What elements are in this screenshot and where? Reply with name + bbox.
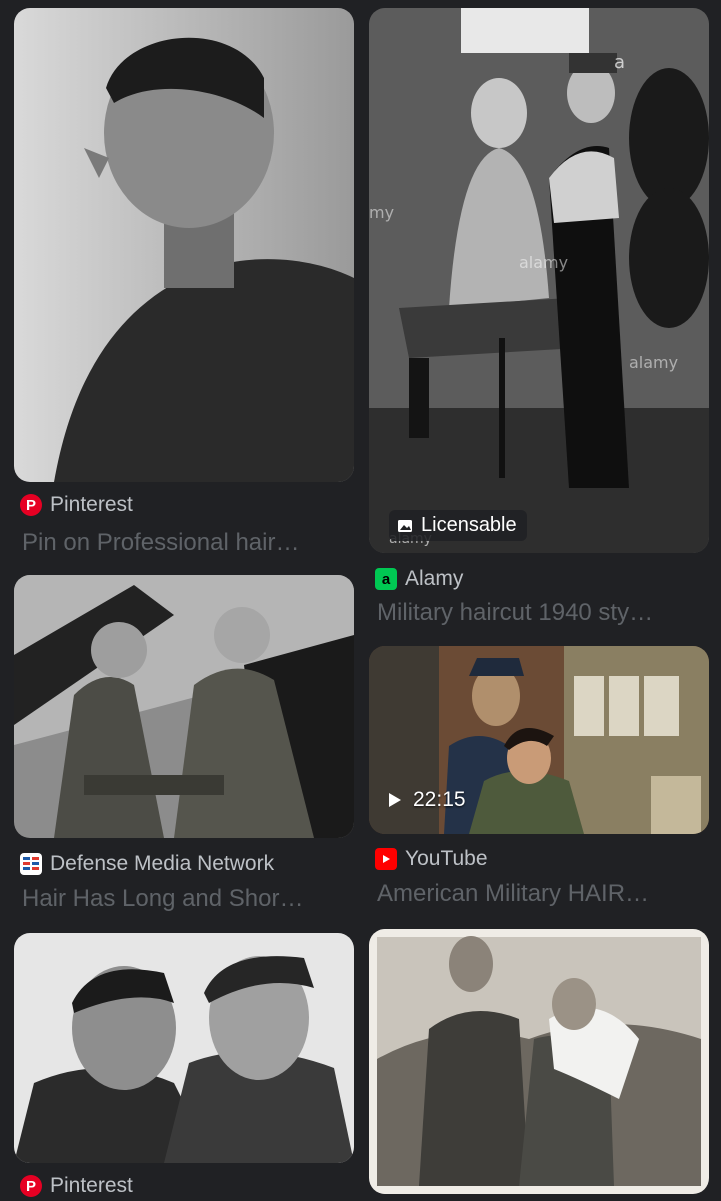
- result-thumbnail[interactable]: 22:15: [369, 646, 709, 834]
- result-source[interactable]: a Alamy: [375, 564, 463, 594]
- licensable-badge: Licensable: [389, 510, 527, 541]
- result-thumbnail[interactable]: a alamy alamy my alamy Licensable: [369, 8, 709, 553]
- svg-text:a: a: [614, 52, 625, 73]
- source-name: Alamy: [405, 567, 464, 590]
- svg-text:alamy: alamy: [519, 253, 568, 272]
- result-thumbnail[interactable]: [14, 575, 354, 838]
- result-source[interactable]: YouTube: [375, 844, 488, 874]
- pinterest-icon: P: [20, 494, 42, 516]
- source-name: YouTube: [405, 847, 488, 870]
- result-source[interactable]: P Pinterest: [20, 1171, 133, 1201]
- play-icon: [389, 793, 401, 807]
- video-duration: 22:15: [389, 788, 466, 812]
- result-title[interactable]: Pin on Professional hair…: [22, 526, 352, 560]
- result-title[interactable]: Military haircut 1940 sty…: [377, 596, 707, 630]
- result-thumbnail[interactable]: [14, 933, 354, 1163]
- source-name: Pinterest: [50, 493, 133, 516]
- youtube-icon: [375, 848, 397, 870]
- source-name: Pinterest: [50, 1174, 133, 1197]
- source-name: Defense Media Network: [50, 852, 275, 875]
- result-title[interactable]: American Military HAIR…: [377, 877, 707, 911]
- result-thumbnail[interactable]: [369, 929, 709, 1194]
- pinterest-icon: P: [20, 1175, 42, 1197]
- badge-label: Licensable: [421, 514, 517, 536]
- result-title[interactable]: Hair Has Long and Shor…: [22, 882, 352, 916]
- svg-text:alamy: alamy: [629, 353, 678, 372]
- alamy-icon: a: [375, 568, 397, 590]
- duration-label: 22:15: [413, 788, 466, 811]
- image-icon: [397, 518, 413, 534]
- defense-media-network-icon: [20, 853, 42, 875]
- result-source[interactable]: P Pinterest: [20, 490, 133, 520]
- result-source[interactable]: Defense Media Network: [20, 849, 274, 879]
- result-thumbnail[interactable]: [14, 8, 354, 482]
- svg-text:my: my: [369, 203, 394, 222]
